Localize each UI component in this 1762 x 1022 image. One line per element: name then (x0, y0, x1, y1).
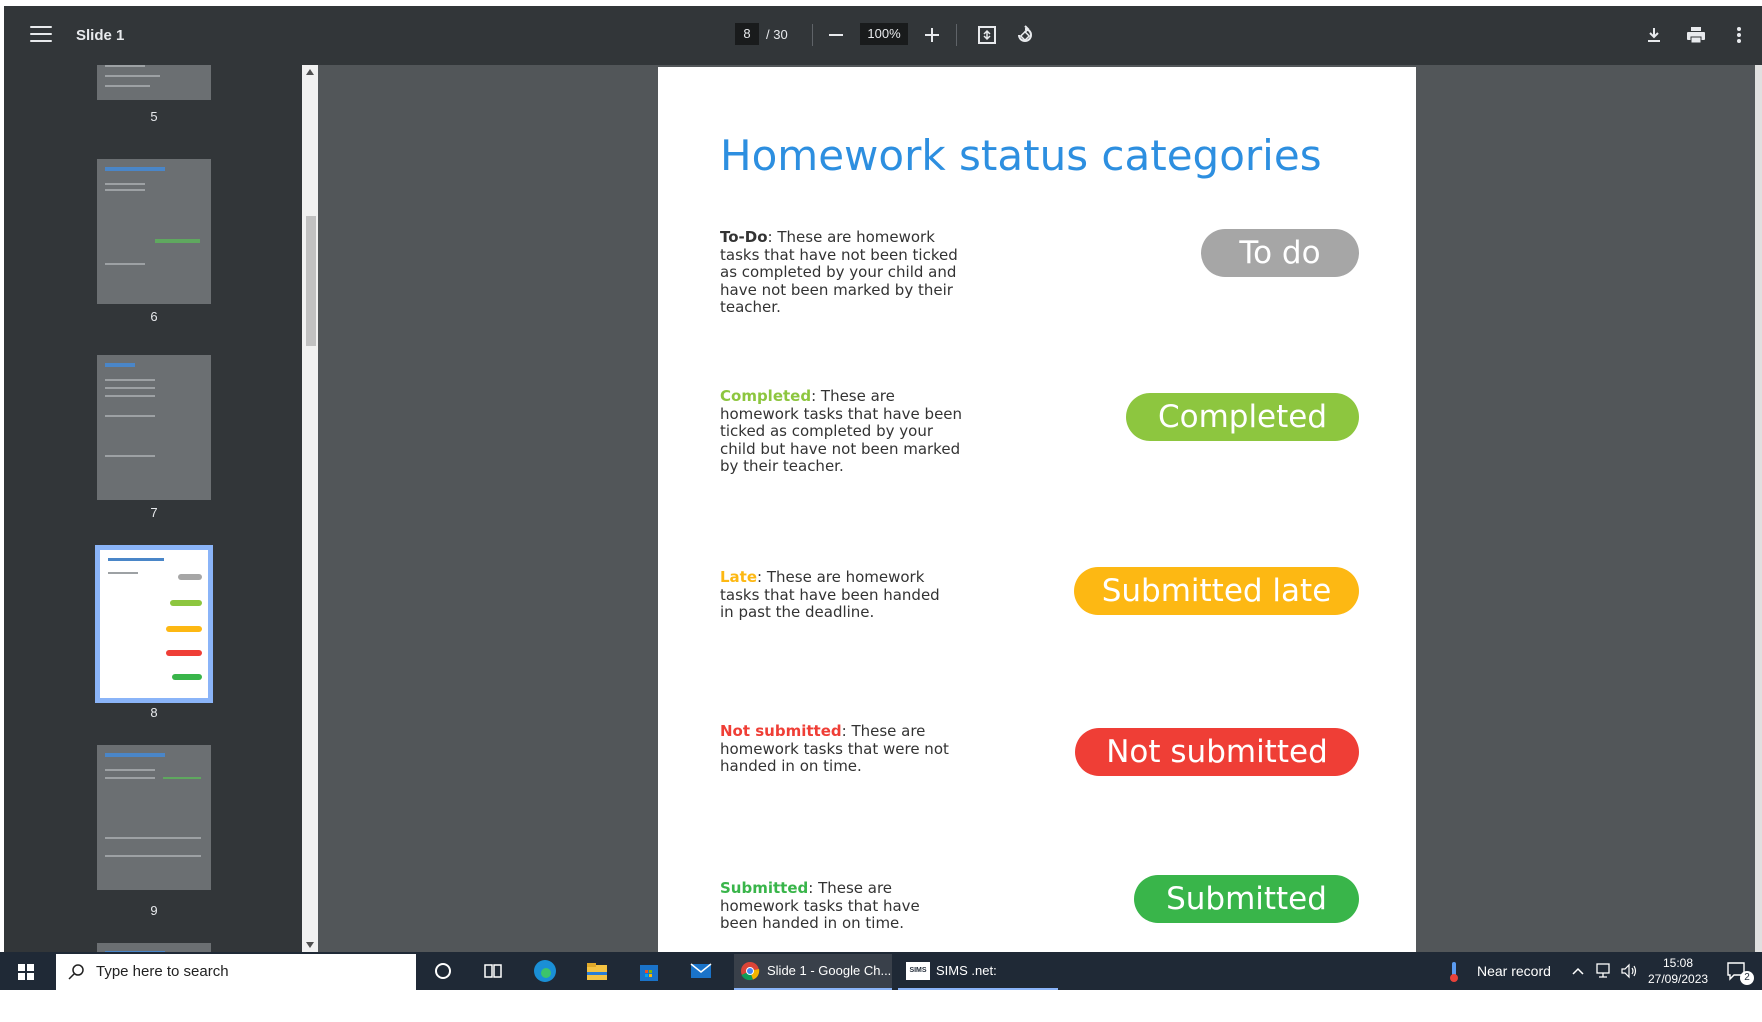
windows-taskbar: Type here to search Slide 1 - Google Ch.… (0, 952, 1762, 1012)
status-badge-submitted: Submitted (1134, 875, 1359, 923)
page-title: Homework status categories (720, 131, 1322, 180)
category-description: Late: These are homework tasks that have… (720, 568, 946, 622)
clock-time[interactable]: 15:08 (1648, 955, 1708, 971)
chrome-window-label: Slide 1 - Google Ch... (767, 963, 892, 978)
page-thumbnail-selected[interactable] (95, 545, 213, 703)
viewer-toolbar: Slide 1 8 / 30 100% (4, 6, 1762, 65)
minus-icon (829, 34, 843, 36)
status-badge-not-submitted: Not submitted (1075, 728, 1359, 776)
chevron-up-icon[interactable] (1572, 966, 1584, 976)
thumbnail-number: 9 (150, 903, 158, 918)
status-badge-todo: To do (1201, 229, 1359, 277)
search-placeholder: Type here to search (96, 963, 229, 980)
thermometer-icon[interactable] (1448, 961, 1460, 983)
print-icon (1687, 27, 1705, 44)
category-term: Not submitted (720, 722, 842, 740)
pdf-viewer: Slide 1 8 / 30 100% 5 6 7 8 9 Homework s… (4, 6, 1762, 952)
main-scrollbar[interactable] (1755, 65, 1762, 952)
more-vertical-icon (1737, 27, 1741, 43)
zoom-out-button[interactable] (821, 20, 851, 50)
page-thumbnail[interactable] (97, 943, 211, 952)
scroll-up-icon[interactable] (306, 69, 314, 75)
chrome-icon (741, 962, 760, 981)
page-total: / 30 (766, 27, 788, 42)
scroll-down-icon[interactable] (306, 942, 314, 948)
category-description: To-Do: These are homework tasks that hav… (720, 228, 960, 317)
thumbnail-number: 6 (150, 309, 158, 324)
thumbnail-sidebar: 5 6 7 8 9 (4, 65, 302, 952)
microsoft-store-icon[interactable] (636, 958, 662, 984)
page-thumbnail[interactable] (97, 745, 211, 890)
category-description: Completed: These are homework tasks that… (720, 387, 970, 476)
category-description: Not submitted: These are homework tasks … (720, 722, 956, 776)
fit-page-icon (978, 26, 996, 44)
page-thumbnail[interactable] (97, 65, 211, 100)
file-explorer-icon[interactable] (584, 958, 610, 984)
document-title: Slide 1 (76, 27, 125, 44)
thumbnail-number: 8 (150, 705, 158, 720)
pdf-page: Homework status categories To-Do: These … (658, 67, 1416, 952)
network-icon[interactable] (1594, 963, 1612, 979)
page-thumbnail[interactable] (97, 355, 211, 500)
speaker-icon[interactable] (1620, 963, 1638, 979)
rotate-button[interactable] (1010, 20, 1040, 50)
cortana-icon[interactable] (430, 958, 456, 984)
sims-window-label: SIMS .net: CHESSIN... (936, 963, 1005, 1012)
status-badge-late: Submitted late (1074, 567, 1359, 615)
download-icon (1648, 28, 1660, 42)
category-term: To-Do (720, 228, 768, 246)
page-thumbnail[interactable] (97, 159, 211, 304)
taskbar-chrome-window[interactable]: Slide 1 - Google Ch... (734, 954, 892, 990)
notification-count-badge: 2 (1740, 971, 1754, 985)
scrollbar-thumb[interactable] (306, 216, 316, 346)
zoom-in-button[interactable] (917, 20, 947, 50)
category-term: Completed (720, 387, 812, 405)
search-icon (68, 964, 84, 980)
print-button[interactable] (1681, 20, 1711, 50)
mail-icon[interactable] (688, 958, 714, 984)
sims-icon: SIMS (906, 962, 930, 980)
divider (812, 24, 813, 46)
taskbar-search-box[interactable]: Type here to search (56, 954, 416, 990)
category-term: Submitted (720, 879, 809, 897)
taskbar-sims-window[interactable]: SIMS SIMS .net: CHESSIN... (898, 954, 1058, 1012)
rotate-icon (1018, 25, 1032, 42)
page-number-input[interactable]: 8 (735, 23, 759, 45)
plus-icon (925, 28, 939, 42)
category-term: Late (720, 568, 758, 586)
zoom-input[interactable]: 100% (860, 23, 908, 45)
menu-icon[interactable] (30, 26, 52, 44)
sidebar-scrollbar[interactable] (302, 65, 318, 952)
divider (956, 24, 957, 46)
thumbnail-number: 7 (150, 505, 158, 520)
download-button[interactable] (1639, 20, 1669, 50)
more-options-button[interactable] (1724, 20, 1754, 50)
clock-date[interactable]: 27/09/2023 (1648, 971, 1708, 987)
task-view-icon[interactable] (480, 958, 506, 984)
windows-start-icon[interactable] (18, 964, 34, 980)
edge-icon[interactable] (532, 958, 558, 984)
category-description: Submitted: These are homework tasks that… (720, 879, 920, 933)
weather-text[interactable]: Near record (1477, 952, 1551, 990)
thumbnail-number: 5 (150, 109, 158, 124)
fit-page-button[interactable] (972, 20, 1002, 50)
status-badge-completed: Completed (1126, 393, 1359, 441)
